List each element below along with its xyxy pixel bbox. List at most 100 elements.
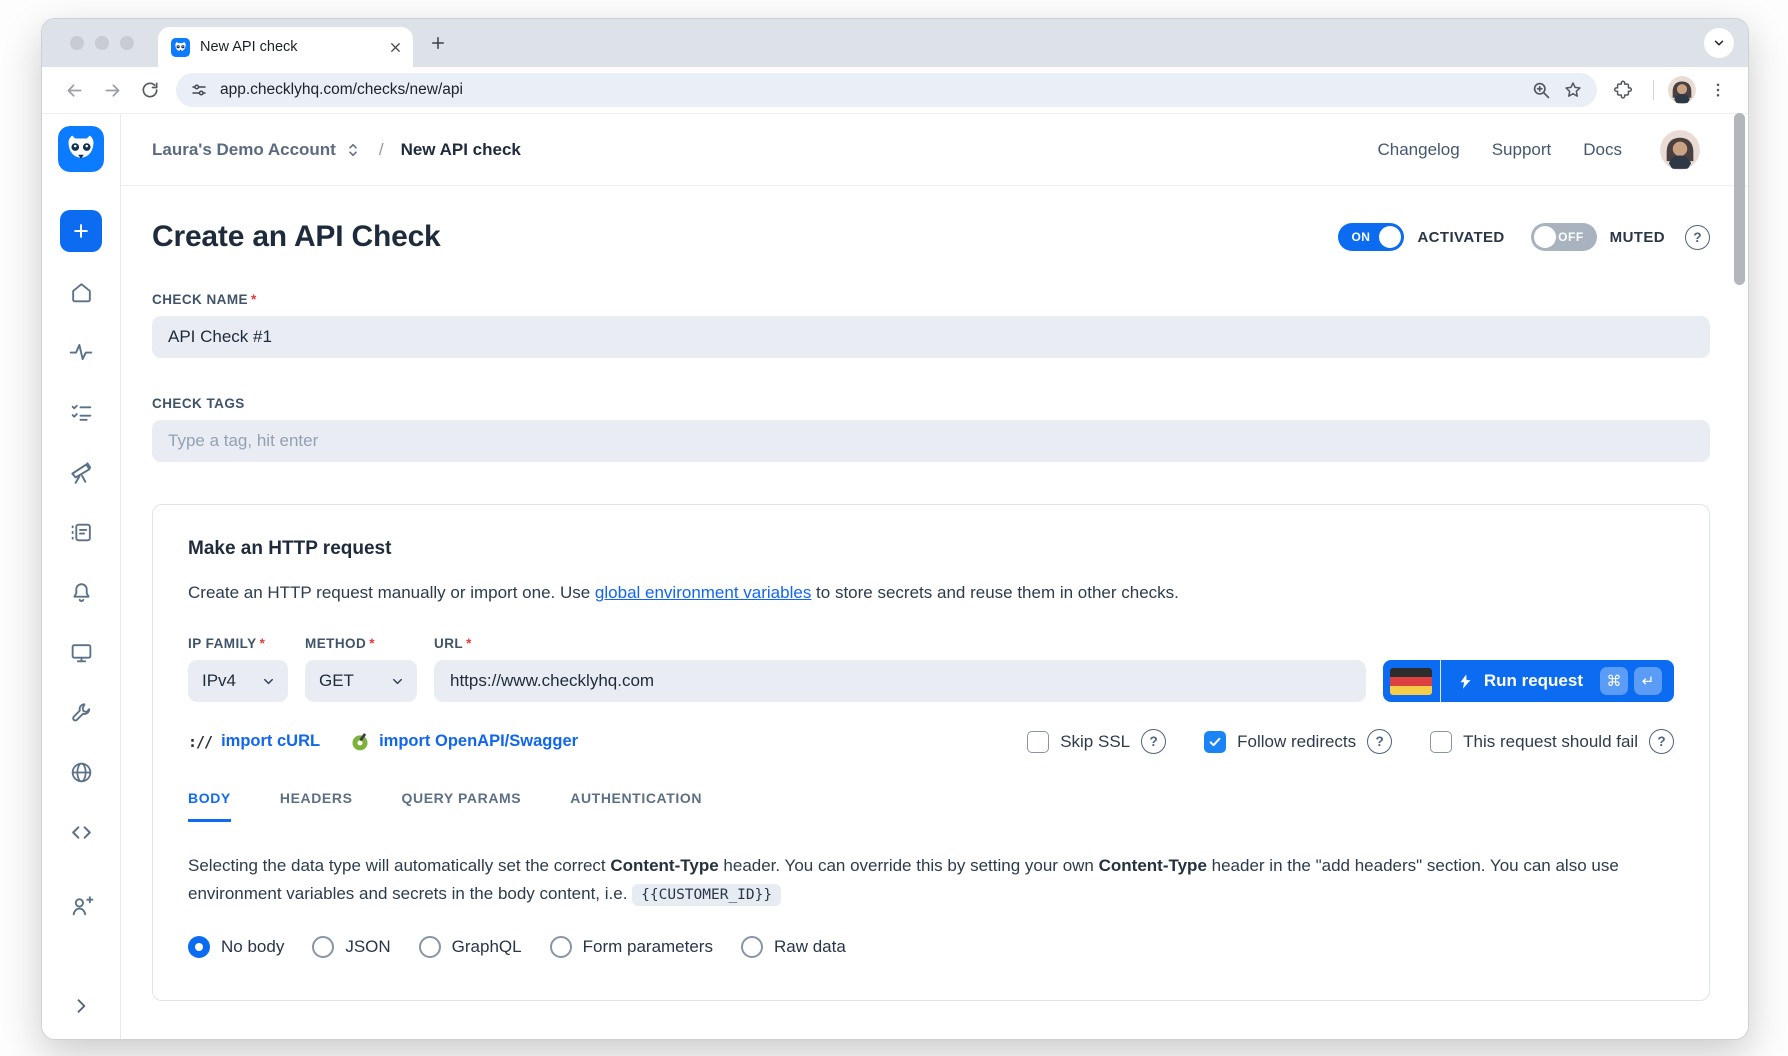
radio-raw-data[interactable]: Raw data xyxy=(741,936,846,958)
toggle-knob xyxy=(1534,226,1556,248)
skip-ssl-checkbox[interactable] xyxy=(1027,731,1049,753)
tab-authentication[interactable]: AUTHENTICATION xyxy=(570,790,702,822)
import-openapi-link[interactable]: import OpenAPI/Swagger xyxy=(350,732,578,752)
sidebar-code-icon[interactable] xyxy=(68,819,94,845)
toolbar-divider xyxy=(1653,80,1654,100)
skip-ssl-help-icon[interactable]: ? xyxy=(1141,729,1166,754)
forward-icon[interactable] xyxy=(96,74,128,106)
customer-id-code-chip: {{CUSTOMER_ID}} xyxy=(632,884,781,906)
check-tags-input[interactable] xyxy=(152,420,1710,462)
sidebar-activity-icon[interactable] xyxy=(68,339,94,365)
tab-body[interactable]: BODY xyxy=(188,790,231,822)
chevron-down-icon xyxy=(390,674,405,689)
sidebar-private-locations-globe-icon[interactable] xyxy=(68,759,94,785)
changelog-link[interactable]: Changelog xyxy=(1377,140,1459,160)
activated-toggle[interactable]: ON xyxy=(1338,223,1404,251)
page-scrollbar[interactable] xyxy=(1734,113,1745,285)
close-window-button[interactable] xyxy=(70,36,84,50)
sidebar-checks-icon[interactable] xyxy=(68,399,94,425)
app-main: Laura's Demo Account / New API check Cha… xyxy=(121,114,1748,1039)
follow-redirects-checkbox[interactable] xyxy=(1204,731,1226,753)
reload-icon[interactable] xyxy=(134,74,166,106)
account-switcher[interactable]: Laura's Demo Account xyxy=(152,140,362,160)
address-bar[interactable]: app.checklyhq.com/checks/new/api xyxy=(176,73,1597,107)
follow-redirects-help-icon[interactable]: ? xyxy=(1367,729,1392,754)
radio-icon xyxy=(550,936,572,958)
body-type-radios: No body JSON GraphQL Form parameters Raw… xyxy=(188,936,1674,958)
url-label: URL* xyxy=(434,636,1366,651)
browser-tab[interactable]: New API check xyxy=(158,27,413,67)
check-name-input[interactable] xyxy=(152,316,1710,358)
url-input[interactable] xyxy=(434,660,1366,702)
tab-search-chevron-icon[interactable] xyxy=(1704,28,1734,58)
sidebar-expand-chevron-icon[interactable] xyxy=(68,993,94,1019)
chevron-down-icon xyxy=(261,674,276,689)
user-avatar[interactable] xyxy=(1660,130,1700,170)
back-icon[interactable] xyxy=(58,74,90,106)
site-settings-icon[interactable] xyxy=(190,81,208,99)
radio-icon xyxy=(741,936,763,958)
request-config-row: IP FAMILY* IPv4 METHOD* GET xyxy=(188,636,1674,702)
window-controls[interactable] xyxy=(42,36,158,50)
request-should-fail-label: This request should fail xyxy=(1463,732,1638,752)
request-tabs: BODY HEADERS QUERY PARAMS AUTHENTICATION xyxy=(188,790,1674,822)
run-location-flag[interactable] xyxy=(1383,660,1441,702)
screen: New API check xyxy=(0,0,1788,1056)
request-should-fail-checkbox[interactable] xyxy=(1430,731,1452,753)
sidebar-telescope-icon[interactable] xyxy=(68,459,94,485)
card-description: Create an HTTP request manually or impor… xyxy=(188,583,1674,603)
radio-form-parameters[interactable]: Form parameters xyxy=(550,936,713,958)
bookmark-star-icon[interactable] xyxy=(1557,74,1589,106)
tab-title: New API check xyxy=(200,39,378,55)
support-link[interactable]: Support xyxy=(1492,140,1552,160)
check-name-label: CHECK NAME* xyxy=(152,292,1710,307)
zoom-window-button[interactable] xyxy=(120,36,134,50)
required-asterisk: * xyxy=(260,636,266,651)
new-tab-button[interactable] xyxy=(429,34,447,52)
extensions-puzzle-icon[interactable] xyxy=(1607,74,1639,106)
body-note: Selecting the data type will automatical… xyxy=(188,852,1674,908)
breadcrumb-page-title: New API check xyxy=(401,140,521,160)
browser-window: New API check xyxy=(41,18,1749,1040)
import-options-row: :// import cURL import OpenAPI/Swagger xyxy=(188,729,1674,754)
tab-query-params[interactable]: QUERY PARAMS xyxy=(402,790,522,822)
tab-headers[interactable]: HEADERS xyxy=(280,790,353,822)
global-environment-variables-link[interactable]: global environment variables xyxy=(595,583,811,602)
sidebar-runbook-icon[interactable] xyxy=(68,519,94,545)
tab-close-icon[interactable] xyxy=(388,40,403,55)
docs-link[interactable]: Docs xyxy=(1583,140,1622,160)
method-select[interactable]: GET xyxy=(305,660,417,702)
request-checkbox-options: Skip SSL ? Follow redirects ? xyxy=(989,729,1674,754)
browser-menu-kebab-icon[interactable] xyxy=(1702,74,1734,106)
return-key-icon: ↵ xyxy=(1634,667,1662,695)
page-content: Create an API Check ON ACTIVATED OFF xyxy=(121,186,1748,1039)
toggle-knob xyxy=(1379,226,1401,248)
checkly-logo[interactable] xyxy=(58,126,104,172)
run-request-button[interactable]: Run request ⌘ ↵ xyxy=(1383,660,1674,702)
radio-no-body[interactable]: No body xyxy=(188,936,284,958)
toggles-help-icon[interactable]: ? xyxy=(1685,225,1710,250)
checkly-app: Laura's Demo Account / New API check Cha… xyxy=(42,114,1748,1039)
radio-json[interactable]: JSON xyxy=(312,936,390,958)
browser-profile-avatar[interactable] xyxy=(1668,76,1696,104)
checkly-favicon xyxy=(171,38,190,57)
request-should-fail-help-icon[interactable]: ? xyxy=(1649,729,1674,754)
sidebar-home-icon[interactable] xyxy=(68,279,94,305)
muted-toggle[interactable]: OFF xyxy=(1531,223,1597,251)
header-links: Changelog Support Docs xyxy=(1377,140,1622,160)
radio-icon xyxy=(312,936,334,958)
sidebar-maintenance-wrench-icon[interactable] xyxy=(68,699,94,725)
sidebar-dashboards-icon[interactable] xyxy=(68,639,94,665)
import-curl-link[interactable]: :// import cURL xyxy=(188,732,320,751)
sidebar-invite-user-icon[interactable] xyxy=(68,893,94,919)
create-check-button[interactable] xyxy=(60,210,102,252)
zoom-icon[interactable] xyxy=(1525,74,1557,106)
ip-family-select[interactable]: IPv4 xyxy=(188,660,288,702)
breadcrumb-separator: / xyxy=(379,140,384,160)
radio-graphql[interactable]: GraphQL xyxy=(419,936,522,958)
sidebar-alerts-bell-icon[interactable] xyxy=(68,579,94,605)
account-name: Laura's Demo Account xyxy=(152,140,336,160)
minimize-window-button[interactable] xyxy=(95,36,109,50)
radio-icon xyxy=(188,936,210,958)
required-asterisk: * xyxy=(251,292,257,307)
